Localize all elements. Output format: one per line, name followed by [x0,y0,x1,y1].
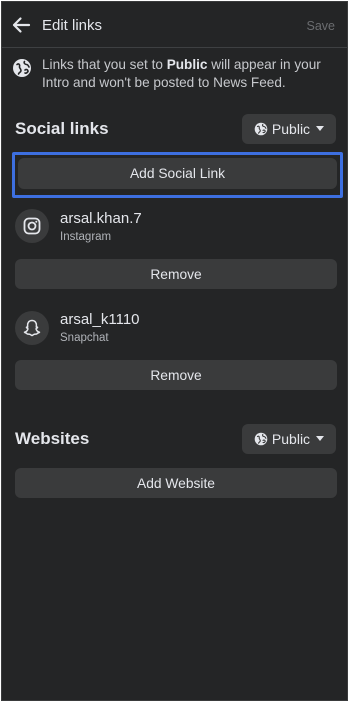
instagram-icon [15,209,49,243]
social-links-privacy-button[interactable]: Public [242,114,336,144]
back-arrow-icon[interactable] [11,15,31,35]
social-links-title: Social links [15,119,109,138]
websites-title: Websites [15,429,90,448]
snapchat-icon [15,311,49,345]
save-button[interactable]: Save [307,19,336,33]
notice-text: Links that you set to Public will appear… [42,57,321,90]
edit-links-screen: Edit links Save Links that you set to Pu… [1,1,348,701]
privacy-label: Public [271,121,311,137]
add-social-link-button[interactable]: Add Social Link [18,158,337,189]
caret-down-icon [316,126,325,131]
remove-snapchat-button[interactable]: Remove [15,360,337,390]
instagram-handle: arsal.khan.7 [60,210,142,227]
snapchat-handle: arsal_k1110 [60,311,140,328]
websites-privacy-button[interactable]: Public [242,424,336,454]
page-title: Edit links [42,17,103,34]
instagram-platform-label: Instagram [60,231,112,243]
globe-icon [254,122,268,136]
globe-icon [12,58,32,78]
add-website-button[interactable]: Add Website [15,468,337,498]
snapchat-platform-label: Snapchat [60,332,109,344]
remove-instagram-button[interactable]: Remove [15,259,337,289]
top-bar: Edit links Save [2,2,347,48]
globe-icon [254,432,268,446]
caret-down-icon [316,436,325,441]
privacy-label: Public [271,431,311,447]
